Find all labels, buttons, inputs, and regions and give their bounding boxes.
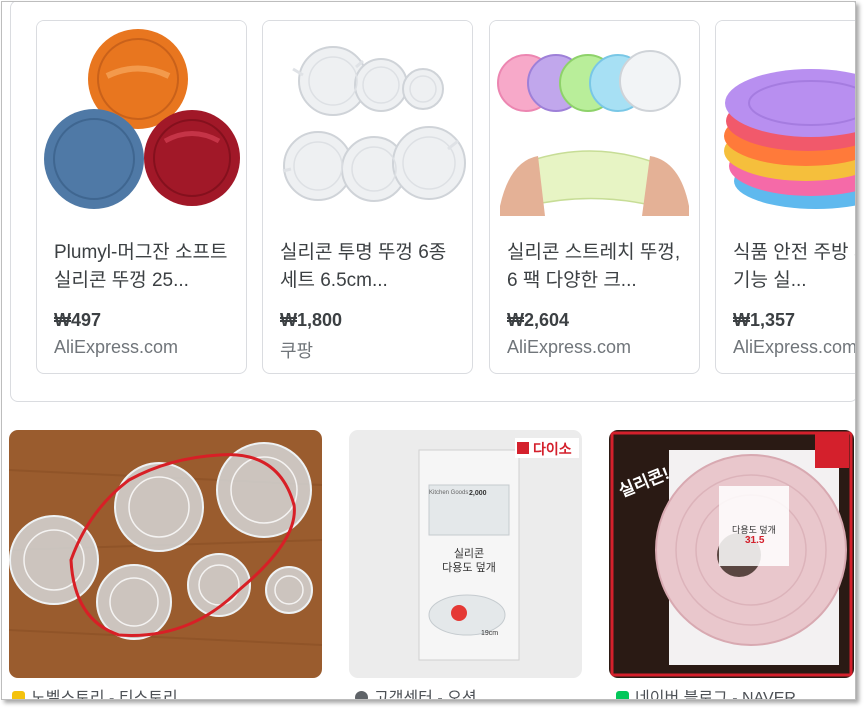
source-favicon-icon [616, 691, 629, 699]
daiso-badge: 다이소 [533, 441, 572, 457]
package-size: 19cm [481, 630, 499, 637]
result-image-clear-lids-on-wood [9, 430, 322, 678]
image-source[interactable]: 노벨스토리 - 티스토리 [12, 684, 178, 700]
product-store: AliExpress.com [507, 337, 632, 357]
product-image-stretch-lids [490, 21, 699, 221]
package-name-line2: 다용도 덮개 [442, 562, 496, 574]
product-store: AliExpress.com [733, 337, 856, 357]
product-card[interactable]: 실리콘 스트레치 뚜껑, 6 팩 다양한 크... ₩2,604 AliExpr… [489, 20, 700, 374]
source-favicon-icon [355, 691, 368, 699]
product-price: ₩2,604 [507, 310, 570, 330]
package-price: 2,000 [469, 490, 487, 497]
source-name: 고객센터 - 오션 [374, 690, 477, 700]
product-price: ₩1,357 [733, 310, 796, 330]
product-title[interactable]: Plumyl-머그잔 소프트 실리콘 뚜껑 25... [54, 239, 234, 295]
product-image-colored-lids [37, 21, 246, 221]
product-store: AliExpress.com [54, 337, 179, 357]
image-source[interactable]: 네이버 블로그 - NAVER [616, 684, 796, 700]
image-result[interactable]: 실리콘! 다용도 덮개 31.5 [609, 430, 854, 678]
package-price-tag: 31.5 [745, 535, 765, 546]
search-results-window: Plumyl-머그잔 소프트 실리콘 뚜껑 25... ₩497 AliExpr… [1, 1, 856, 700]
shopping-carousel: Plumyl-머그잔 소프트 실리콘 뚜껑 25... ₩497 AliExpr… [10, 2, 856, 402]
product-card[interactable]: Plumyl-머그잔 소프트 실리콘 뚜껑 25... ₩497 AliExpr… [36, 20, 247, 374]
product-title[interactable]: 실리콘 투명 뚜껑 6종 세트 6.5cm... [280, 239, 460, 295]
product-title[interactable]: 식품 안전 주방 서리 다기능 실... [733, 239, 855, 295]
image-result[interactable]: 다이소 Kitchen Goods 2,000 실리콘 다용도 덮개 19cm [349, 430, 582, 678]
product-image-clear-lids [263, 21, 472, 221]
image-result[interactable] [9, 430, 322, 678]
source-name: 네이버 블로그 - NAVER [635, 690, 796, 700]
product-card[interactable]: 식품 안전 주방 서리 다기능 실... ₩1,357 AliExpress.c… [715, 20, 856, 374]
source-favicon-icon [12, 691, 25, 699]
product-price: ₩1,800 [280, 310, 343, 330]
product-image-pastel-lids [716, 21, 855, 221]
product-store: 쿠팡 [280, 341, 314, 361]
image-source[interactable]: 고객센터 - 오션 [355, 684, 477, 700]
product-price: ₩497 [54, 310, 102, 330]
product-title[interactable]: 실리콘 스트레치 뚜껑, 6 팩 다양한 크... [507, 239, 687, 295]
product-card[interactable]: 실리콘 투명 뚜껑 6종 세트 6.5cm... ₩1,800 쿠팡 [262, 20, 473, 374]
source-name: 노벨스토리 - 티스토리 [31, 690, 178, 700]
package-brand-line: Kitchen Goods [429, 490, 469, 496]
